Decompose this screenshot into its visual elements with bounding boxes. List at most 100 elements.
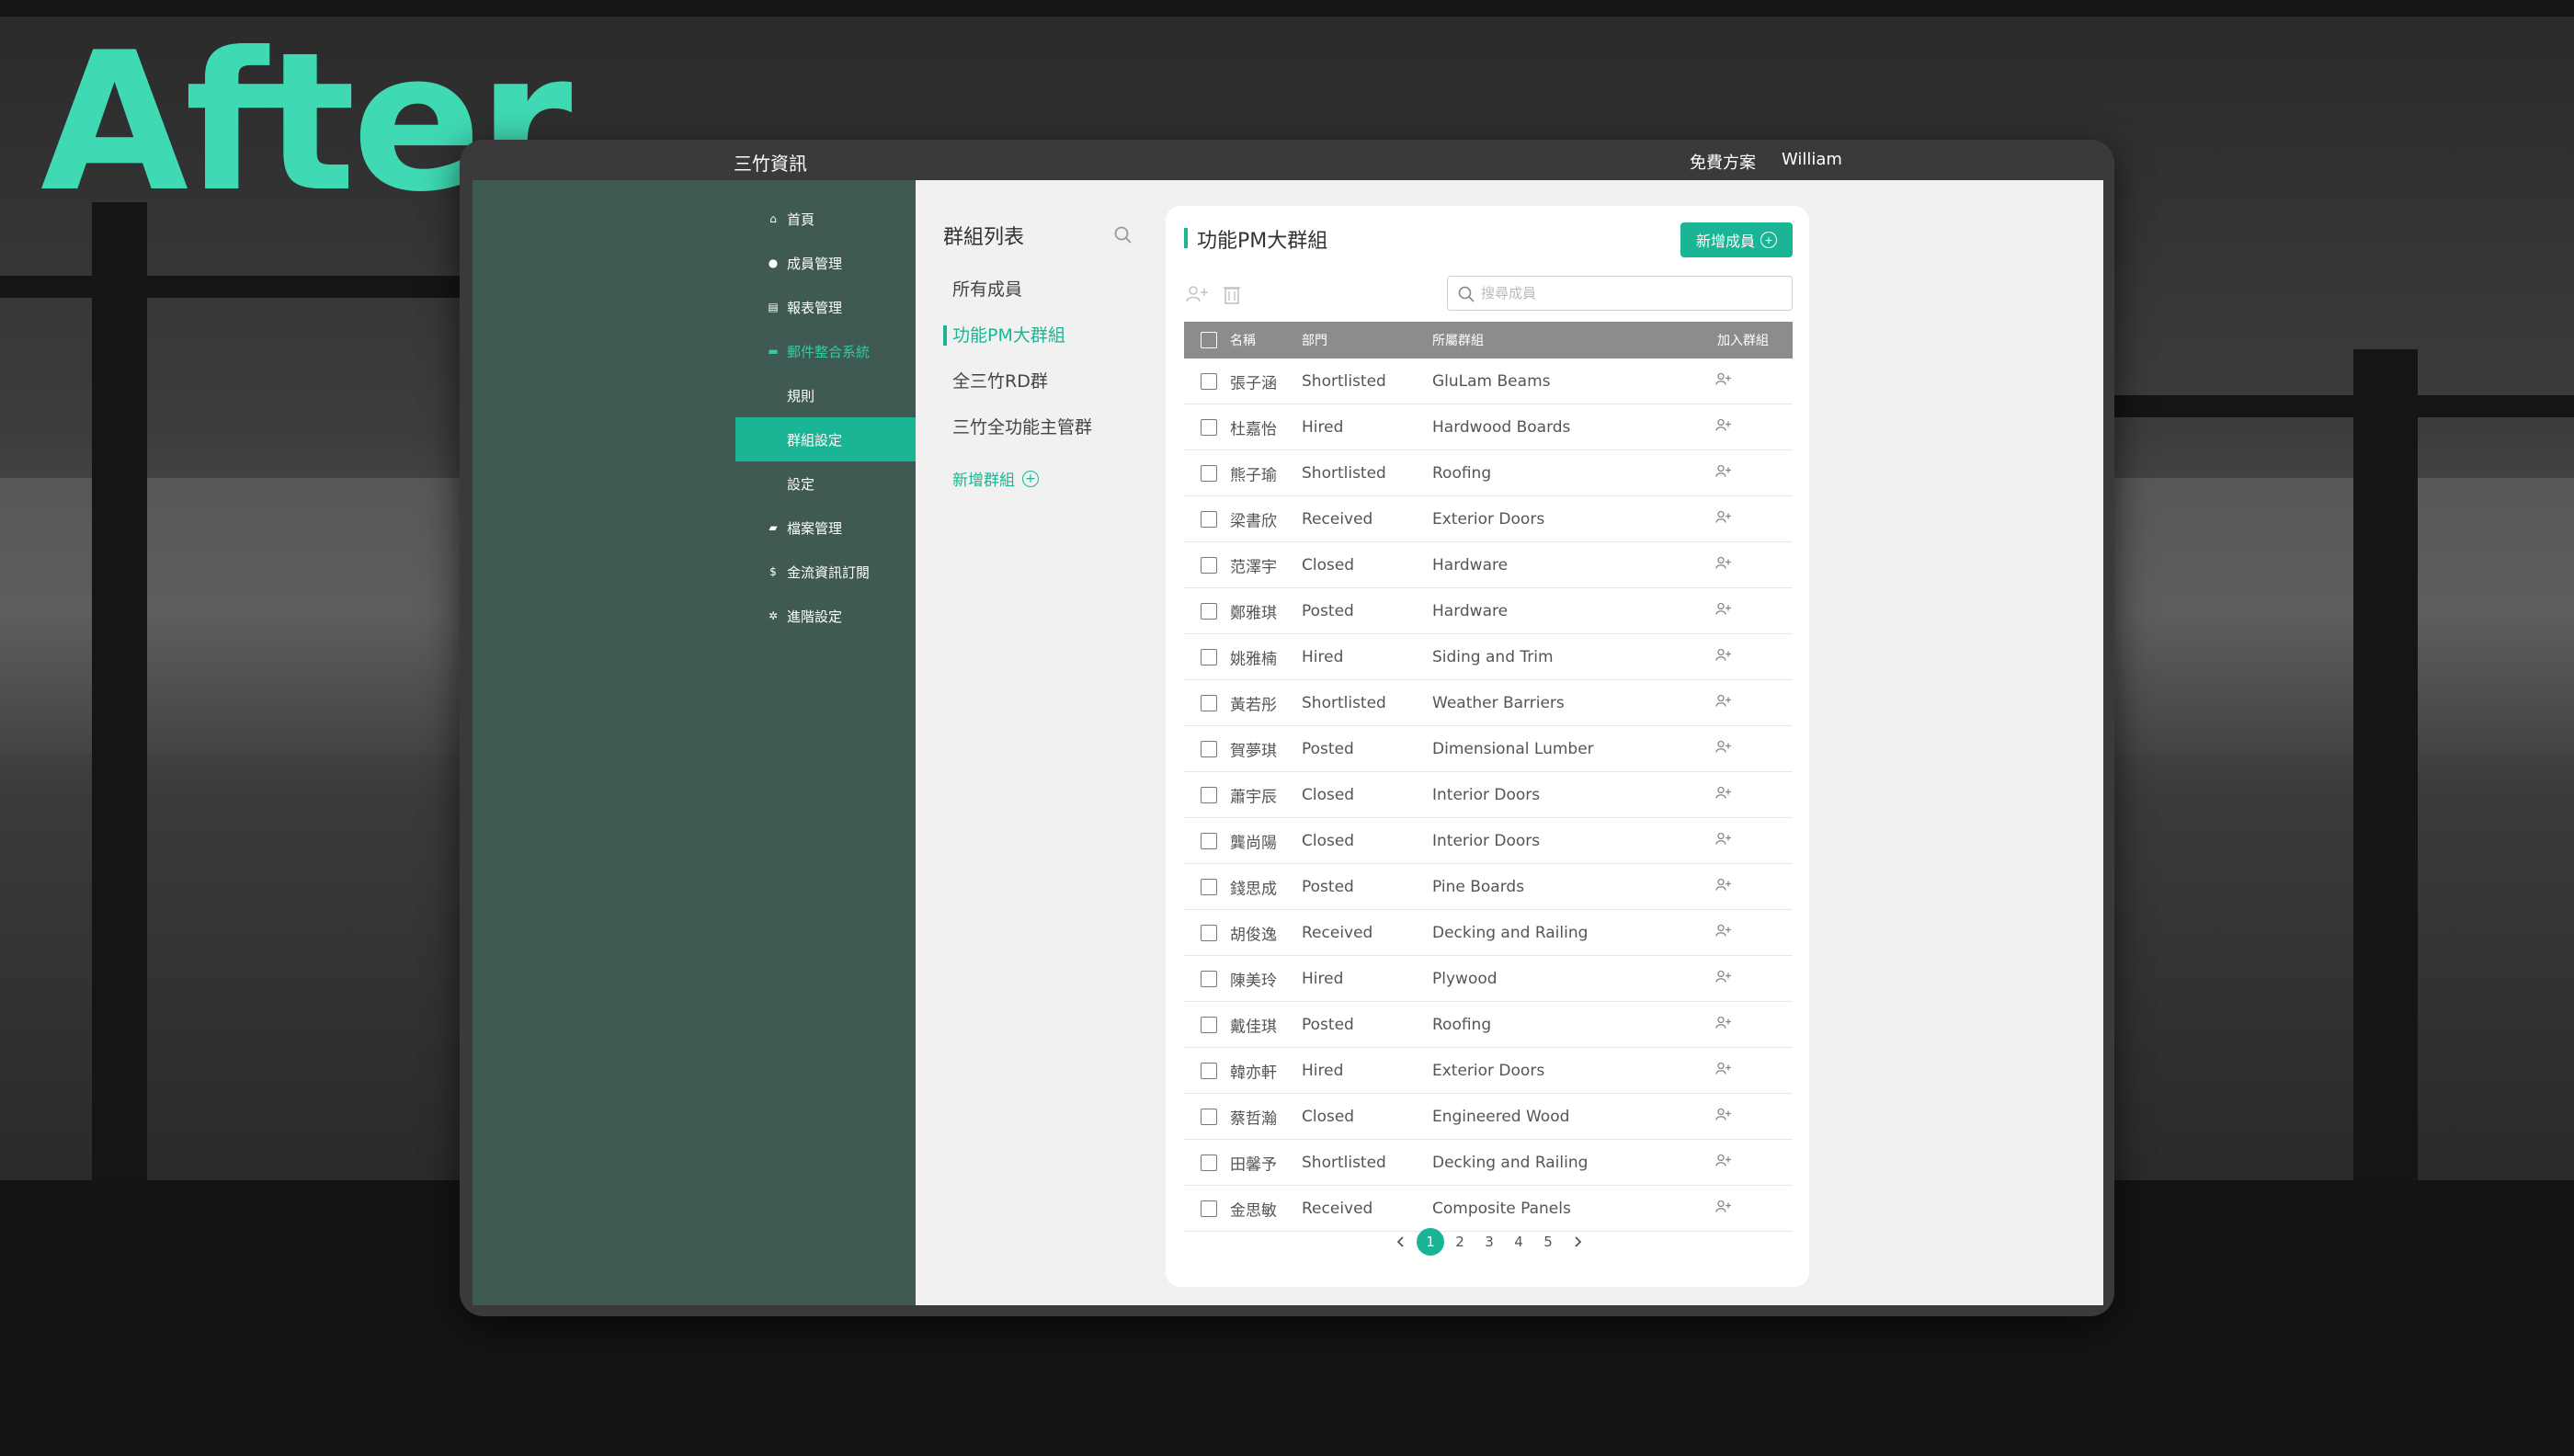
- join-group-icon[interactable]: [1715, 1015, 1732, 1034]
- sidebar-item-5[interactable]: 群組設定: [735, 417, 916, 461]
- row-checkbox[interactable]: [1201, 970, 1217, 987]
- table-row: 張子涵 Shortlisted GluLam Beams: [1184, 358, 1793, 404]
- join-group-icon[interactable]: [1715, 417, 1732, 437]
- row-checkbox[interactable]: [1201, 786, 1217, 803]
- sidebar-item-8[interactable]: $ 金流資訊訂閱: [735, 550, 916, 594]
- member-dept: Shortlisted: [1302, 693, 1386, 712]
- table-row: 蕭宇辰 Closed Interior Doors: [1184, 772, 1793, 818]
- join-group-icon[interactable]: [1715, 463, 1732, 483]
- row-checkbox[interactable]: [1201, 1154, 1217, 1171]
- table-row: 龔尚陽 Closed Interior Doors: [1184, 818, 1793, 864]
- sidebar-item-2[interactable]: ▤ 報表管理: [735, 285, 916, 329]
- table-row: 熊子瑜 Shortlisted Roofing: [1184, 450, 1793, 496]
- home-icon: ⌂: [769, 212, 777, 225]
- join-group-icon[interactable]: [1715, 831, 1732, 850]
- row-checkbox[interactable]: [1201, 556, 1217, 574]
- join-group-icon[interactable]: [1715, 1061, 1732, 1080]
- sidebar-item-9[interactable]: ✲ 進階設定: [735, 594, 916, 638]
- page-button[interactable]: 5: [1533, 1227, 1563, 1257]
- member-name: 錢思成: [1230, 880, 1277, 898]
- add-group-label: 新增群組: [952, 472, 1015, 490]
- row-checkbox[interactable]: [1201, 464, 1217, 482]
- sidebar-item-0[interactable]: ⌂ 首頁: [735, 197, 916, 241]
- row-checkbox[interactable]: [1201, 1062, 1217, 1079]
- row-checkbox[interactable]: [1201, 1108, 1217, 1125]
- select-all-checkbox[interactable]: [1201, 332, 1217, 348]
- member-name: 胡俊逸: [1230, 926, 1277, 944]
- row-checkbox[interactable]: [1201, 740, 1217, 757]
- row-checkbox[interactable]: [1201, 878, 1217, 895]
- trash-icon[interactable]: [1219, 283, 1245, 305]
- table-row: 陳美玲 Hired Plywood: [1184, 956, 1793, 1002]
- member-dept: Shortlisted: [1302, 463, 1386, 483]
- sidebar-item-7[interactable]: ▰ 檔案管理: [735, 506, 916, 550]
- row-checkbox[interactable]: [1201, 1016, 1217, 1033]
- add-group-button[interactable]: 新增群組 +: [952, 467, 1039, 490]
- member-group: Hardware: [1432, 555, 1509, 574]
- join-group-icon[interactable]: [1715, 877, 1732, 896]
- group-item-managers[interactable]: 三竹全功能主管群: [952, 414, 1092, 438]
- member-name: 范澤宇: [1230, 558, 1277, 576]
- member-dept: Hired: [1302, 1061, 1344, 1080]
- group-item-rd[interactable]: 全三竹RD群: [952, 368, 1048, 392]
- join-group-icon[interactable]: [1715, 693, 1732, 712]
- join-group-icon[interactable]: [1715, 371, 1732, 391]
- user-menu[interactable]: William: [1782, 150, 1842, 169]
- member-name: 賀夢琪: [1230, 742, 1277, 760]
- member-panel: 功能PM大群組 新增成員 + 搜尋成員 名稱 部門 所屬群組 加入群組 張子涵 …: [1166, 206, 1809, 1287]
- row-checkbox[interactable]: [1201, 1200, 1217, 1217]
- add-member-button[interactable]: 新增成員 +: [1680, 222, 1793, 257]
- member-dept: Received: [1302, 1199, 1373, 1218]
- chevron-left-icon[interactable]: [1386, 1227, 1416, 1257]
- column-group: 所屬群組: [1432, 334, 1484, 348]
- sidebar-item-4[interactable]: 規則: [735, 373, 916, 417]
- join-group-icon[interactable]: [1715, 555, 1732, 574]
- search-icon[interactable]: [1112, 224, 1134, 246]
- join-group-icon[interactable]: [1715, 1153, 1732, 1172]
- member-search-input[interactable]: [1481, 282, 1775, 304]
- join-group-icon[interactable]: [1715, 923, 1732, 942]
- sidebar-item-label: 首頁: [787, 210, 815, 228]
- active-group-marker: [943, 325, 947, 346]
- join-group-icon[interactable]: [1715, 647, 1732, 666]
- add-user-icon[interactable]: [1184, 283, 1210, 305]
- row-checkbox[interactable]: [1201, 694, 1217, 711]
- sidebar-item-3[interactable]: ▬ 郵件整合系統: [735, 329, 916, 373]
- member-dept: Closed: [1302, 555, 1355, 574]
- chevron-right-icon[interactable]: [1563, 1227, 1592, 1257]
- page-button[interactable]: 4: [1504, 1227, 1533, 1257]
- page-button[interactable]: 2: [1445, 1227, 1475, 1257]
- join-group-icon[interactable]: [1715, 509, 1732, 529]
- member-dept: Received: [1302, 509, 1373, 529]
- row-checkbox[interactable]: [1201, 602, 1217, 620]
- table-row: 戴佳琪 Posted Roofing: [1184, 1002, 1793, 1048]
- row-checkbox[interactable]: [1201, 418, 1217, 436]
- member-name: 鄭雅琪: [1230, 604, 1277, 622]
- sidebar-item-label: 檔案管理: [787, 519, 843, 537]
- row-checkbox[interactable]: [1201, 832, 1217, 849]
- join-group-icon[interactable]: [1715, 739, 1732, 758]
- report-icon: ▤: [768, 301, 779, 313]
- sidebar-item-6[interactable]: 設定: [735, 461, 916, 506]
- row-checkbox[interactable]: [1201, 648, 1217, 665]
- row-checkbox[interactable]: [1201, 924, 1217, 941]
- page-button[interactable]: 3: [1475, 1227, 1504, 1257]
- row-checkbox[interactable]: [1201, 372, 1217, 390]
- member-dept: Closed: [1302, 1107, 1355, 1126]
- row-checkbox[interactable]: [1201, 510, 1217, 528]
- member-table: 名稱 部門 所屬群組 加入群組 張子涵 Shortlisted GluLam Bea…: [1184, 322, 1793, 1232]
- join-group-icon[interactable]: [1715, 969, 1732, 988]
- group-item-all[interactable]: 所有成員: [952, 276, 1022, 301]
- page-button[interactable]: 1: [1416, 1227, 1445, 1257]
- sidebar-item-1[interactable]: ● 成員管理: [735, 241, 916, 285]
- sidebar-item-label: 郵件整合系統: [787, 343, 871, 360]
- member-group: GluLam Beams: [1432, 371, 1551, 391]
- page-number: 1: [1417, 1228, 1444, 1256]
- join-group-icon[interactable]: [1715, 601, 1732, 620]
- member-group: Exterior Doors: [1432, 1061, 1545, 1080]
- plan-link[interactable]: 免費方案: [1690, 150, 1756, 174]
- join-group-icon[interactable]: [1715, 785, 1732, 804]
- join-group-icon[interactable]: [1715, 1107, 1732, 1126]
- join-group-icon[interactable]: [1715, 1199, 1732, 1218]
- group-item-pm[interactable]: 功能PM大群組: [952, 322, 1065, 347]
